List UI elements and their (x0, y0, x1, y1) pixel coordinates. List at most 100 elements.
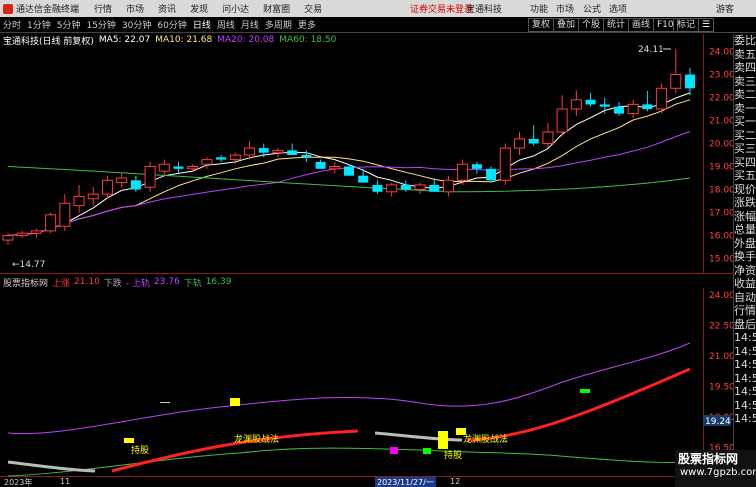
menu-item-gongshi[interactable]: 公式 (583, 2, 601, 15)
menu-item-wenxiaoda[interactable]: 问小达 (222, 2, 249, 15)
candle (642, 90, 653, 112)
indicator-tick-label: 22.50 (709, 322, 733, 332)
candle (101, 175, 113, 199)
period-1min[interactable]: 1分钟 (27, 18, 51, 31)
period-multi[interactable]: 多周期 (265, 18, 292, 31)
panel-time-5: 14:5 (734, 385, 756, 398)
app-logo-icon (3, 3, 13, 14)
price-tick-label: 15.00 (709, 255, 733, 265)
draw-button[interactable]: 画线 (628, 18, 655, 32)
period-daily[interactable]: 日线 (193, 18, 211, 31)
panel-auto[interactable]: 自动 (734, 291, 756, 305)
candle (216, 155, 227, 162)
panel-outer: 外盘 (734, 236, 756, 250)
panel-quote[interactable]: 行情 (734, 304, 756, 318)
stock-button[interactable]: 个股 (578, 18, 605, 32)
candle (556, 95, 568, 137)
signal-marker-5 (390, 447, 398, 454)
candle (570, 90, 582, 116)
panel-buy4: 买四 (734, 155, 756, 169)
panel-weibi: 委比 (734, 34, 756, 47)
period-monthly[interactable]: 月线 (241, 18, 259, 31)
indicator-title-bar: 股票指标网 上涨 21.10 下跌 - 上轨 23.76 下轨 16.39 (3, 276, 235, 289)
price-tick-label: 17.00 (709, 209, 733, 219)
upper-label: 上涨 (52, 278, 71, 289)
panel-sell4: 卖四 (734, 61, 756, 74)
panel-change-pct: 涨幅 (734, 209, 756, 223)
signal-text-hold-1: 持股 (131, 444, 149, 456)
candle (656, 83, 668, 114)
candle (613, 102, 624, 116)
fuquan-button[interactable]: 复权 (528, 18, 555, 32)
indicator-tick-label: 24.00 (709, 291, 733, 301)
panel-after-hours[interactable]: 盘后 (734, 318, 756, 332)
candle (585, 92, 596, 107)
candle (158, 159, 170, 176)
menu-item-zixun[interactable]: 资讯 (158, 2, 176, 15)
signal-text-strategy-2: 龙渊股战法 (463, 433, 508, 445)
candle (173, 161, 184, 174)
indicator-tick-label: 19.50 (709, 383, 733, 393)
period-60min[interactable]: 60分钟 (157, 18, 186, 31)
guest-user[interactable]: 游客 (716, 2, 734, 15)
candle (386, 182, 398, 197)
candle (16, 230, 28, 238)
panel-sell2: 卖二 (734, 88, 756, 101)
lower-band-line (7, 447, 691, 477)
period-fenshi[interactable]: 分时 (3, 18, 21, 31)
candle (59, 194, 71, 231)
signal-marker-4 (456, 428, 466, 435)
mid-value: 23.76 (153, 277, 180, 287)
price-tick-label: 18.00 (709, 186, 733, 196)
price-tick-label: 21.00 (709, 117, 733, 127)
mark-button[interactable]: 标记 (673, 18, 700, 32)
panel-eps: 收益 (734, 277, 756, 290)
menu-item-gongneng[interactable]: 功能 (530, 2, 548, 15)
date-axis: 2023年 11 2023/11/27/一 12 (0, 477, 700, 487)
indicator-chart[interactable]: 持股 龙渊股战法 持股 龙渊股战法 24.0022.5021.0019.5018… (0, 288, 733, 477)
candlestick-chart[interactable]: 24.00 23.00 22.00 21.00 20.00 19.00 18.00 17.00… (0, 34, 733, 274)
login-notice[interactable]: 证券交易未登录 (410, 2, 473, 15)
menu-item-shichang[interactable]: 市场 (126, 2, 144, 15)
menu-item-caifuquan[interactable]: 财富圈 (263, 2, 290, 15)
menu-item-hangqing[interactable]: 行情 (94, 2, 112, 15)
menu-item-shichang-right[interactable]: 市场 (556, 2, 574, 15)
candle (670, 48, 682, 93)
price-tick-label: 24.00 (709, 48, 733, 58)
menu-item-xuanxiang[interactable]: 选项 (609, 2, 627, 15)
panel-time-7: 14:5 (734, 412, 756, 425)
month-12-label: 12 (450, 477, 461, 486)
panel-time-1: 14:5 (734, 331, 756, 344)
panel-time-3: 14:5 (734, 358, 756, 371)
candle (87, 187, 99, 206)
period-5min[interactable]: 5分钟 (57, 18, 81, 31)
rising-segment-2 (467, 367, 691, 442)
overlay-button[interactable]: 叠加 (553, 18, 580, 32)
flat-segment-2 (374, 431, 463, 442)
panel-sell1: 卖一 (734, 101, 756, 115)
candle (116, 173, 128, 188)
app-name: 通达信金融终端 (16, 5, 80, 15)
panel-buy1: 买一 (734, 115, 756, 128)
candle (144, 161, 156, 192)
period-more[interactable]: 更多 (298, 18, 316, 31)
period-30min[interactable]: 30分钟 (122, 18, 151, 31)
menu-item-faxian[interactable]: 发现 (190, 2, 208, 15)
period-15min[interactable]: 15分钟 (86, 18, 115, 31)
price-tick-label: 20.00 (709, 140, 733, 150)
quote-side-panel: 委比 卖五 卖四 卖三 卖二 卖一 买一 买二 买三 买四 买五 现价 涨跌 涨… (733, 34, 756, 487)
panel-buy2: 买二 (734, 128, 756, 142)
panel-change: 涨跌 (734, 196, 756, 209)
menu-bar: 通达信金融终端 行情 市场 资讯 发现 问小达 财富圈 交易 证券交易未登录 宝… (0, 0, 756, 17)
candle (130, 175, 141, 192)
candle (315, 159, 326, 169)
indicator-name: 股票指标网 (3, 278, 49, 289)
more-icon[interactable]: ☰ (698, 18, 715, 32)
stats-button[interactable]: 统计 (603, 18, 630, 32)
high-price-label: 24.11 (638, 45, 664, 55)
panel-time-4: 14:5 (734, 371, 756, 385)
period-weekly[interactable]: 周线 (217, 18, 235, 31)
menu-item-jiaoyi[interactable]: 交易 (304, 2, 322, 15)
upper-band-line (7, 342, 691, 435)
watermark-title: 股票指标网 (678, 452, 739, 466)
